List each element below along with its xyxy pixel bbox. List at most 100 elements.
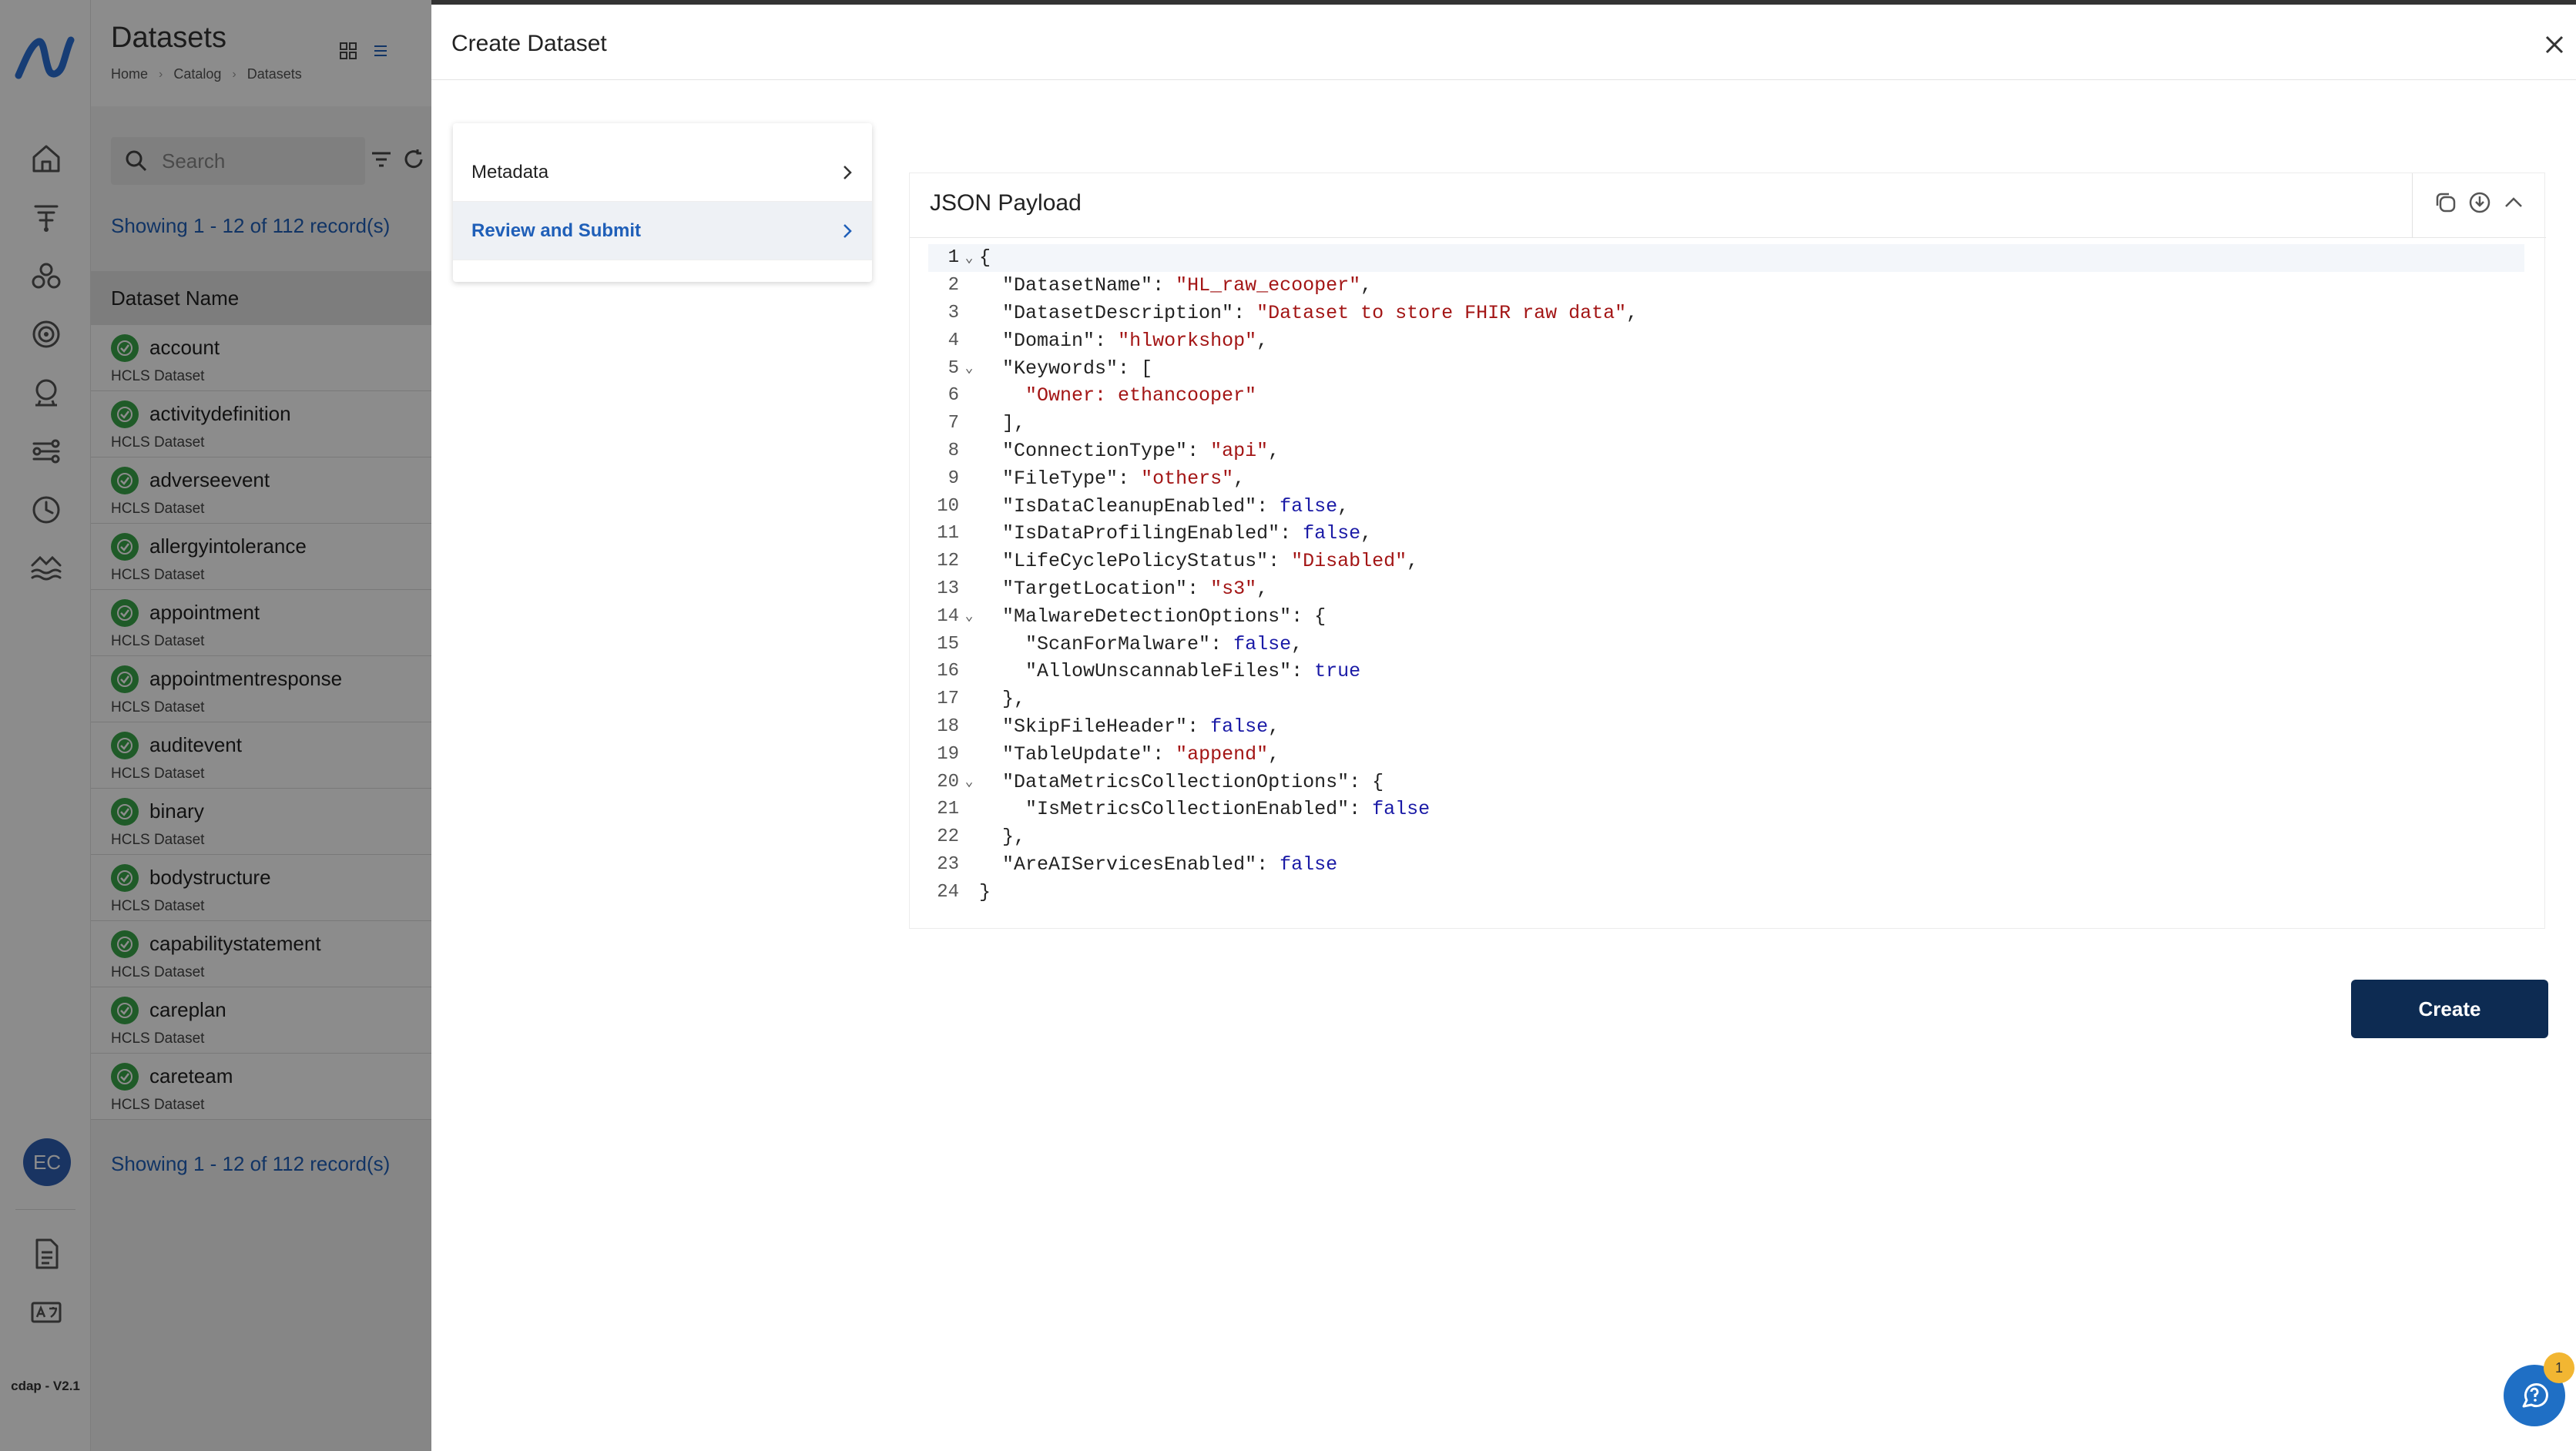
json-punctuation: : xyxy=(1291,660,1315,683)
json-punctuation: : xyxy=(1187,439,1211,462)
code-line[interactable]: 5 ⌄ "Keywords": [ xyxy=(928,354,2524,382)
json-boolean: true xyxy=(1314,660,1361,683)
code-text: "IsDataCleanupEnabled": false, xyxy=(979,495,1349,518)
code-line[interactable]: 2 "DatasetName": "HL_raw_ecooper", xyxy=(928,272,2524,300)
fold-chevron-icon[interactable]: ⌄ xyxy=(959,773,979,790)
code-text: } xyxy=(979,881,991,903)
json-punctuation: }, xyxy=(979,826,1026,849)
code-line[interactable]: 21 "IsMetricsCollectionEnabled": false xyxy=(928,796,2524,823)
step-review-and-submit[interactable]: Review and Submit xyxy=(453,202,872,260)
json-payload-card: JSON Payload 1 ⌄{2 "DatasetName": "HL_raw… xyxy=(909,173,2546,929)
code-line[interactable]: 14 ⌄ "MalwareDetectionOptions": { xyxy=(928,602,2524,630)
fold-chevron-icon[interactable]: ⌄ xyxy=(959,608,979,625)
code-line[interactable]: 17 }, xyxy=(928,685,2524,713)
json-punctuation xyxy=(979,274,1002,297)
json-punctuation: : { xyxy=(1291,605,1327,628)
line-number: 19 xyxy=(937,743,959,765)
code-text: "TableUpdate": "append", xyxy=(979,743,1280,766)
code-text: "FileType": "others", xyxy=(979,467,1245,490)
create-button[interactable]: Create xyxy=(2351,980,2548,1038)
notification-badge: 1 xyxy=(2544,1352,2574,1383)
code-line[interactable]: 22 }, xyxy=(928,823,2524,851)
code-line[interactable]: 4 "Domain": "hlworkshop", xyxy=(928,327,2524,354)
code-line[interactable]: 19 "TableUpdate": "append", xyxy=(928,740,2524,768)
json-punctuation xyxy=(979,853,1002,876)
json-key: "ConnectionType" xyxy=(1002,439,1188,462)
code-line[interactable]: 24} xyxy=(928,878,2524,906)
code-text: "MalwareDetectionOptions": { xyxy=(979,605,1326,628)
download-icon[interactable] xyxy=(2467,190,2492,215)
json-string: "api" xyxy=(1210,439,1269,462)
json-punctuation xyxy=(979,633,1025,655)
json-code-editor[interactable]: 1 ⌄{2 "DatasetName": "HL_raw_ecooper", 3 "… xyxy=(928,244,2524,906)
json-punctuation xyxy=(979,578,1002,600)
json-punctuation xyxy=(979,440,1002,462)
drawer-title: Create Dataset xyxy=(451,31,607,56)
json-punctuation: , xyxy=(1626,301,1639,324)
code-line[interactable]: 23 "AreAIServicesEnabled": false xyxy=(928,851,2524,879)
line-number: 18 xyxy=(937,715,959,737)
json-key: "AreAIServicesEnabled" xyxy=(1002,853,1257,876)
code-line[interactable]: 11 "IsDataProfilingEnabled": false, xyxy=(928,520,2524,548)
line-number: 1 xyxy=(948,247,959,269)
json-string: "Disabled" xyxy=(1291,550,1407,573)
json-punctuation xyxy=(979,357,1002,380)
code-line[interactable]: 18 "SkipFileHeader": false, xyxy=(928,713,2524,741)
json-key: "TargetLocation" xyxy=(1002,577,1188,600)
json-punctuation: } xyxy=(979,880,991,903)
chevron-right-icon xyxy=(844,223,852,238)
code-line[interactable]: 12 "LifeCyclePolicyStatus": "Disabled", xyxy=(928,548,2524,575)
code-text: "ScanForMalware": false, xyxy=(979,633,1303,655)
json-key: "DatasetDescription" xyxy=(1002,301,1234,324)
json-string: "others" xyxy=(1141,467,1234,490)
fold-chevron-icon[interactable]: ⌄ xyxy=(959,250,979,266)
json-key: "Keywords" xyxy=(1002,357,1119,380)
json-actions xyxy=(2433,190,2526,215)
json-key: "TableUpdate" xyxy=(1002,742,1153,766)
modal-backdrop[interactable] xyxy=(0,0,431,1451)
fold-chevron-icon[interactable]: ⌄ xyxy=(959,360,979,377)
json-key: "AllowUnscannableFiles" xyxy=(1025,660,1292,683)
collapse-icon[interactable] xyxy=(2501,190,2526,215)
json-key: "ScanForMalware" xyxy=(1025,632,1211,655)
step-navigator: Metadata Review and Submit xyxy=(453,123,872,282)
drawer-header: Create Dataset xyxy=(431,5,2576,80)
json-boolean: false xyxy=(1303,522,1361,545)
code-text: "DataMetricsCollectionOptions": { xyxy=(979,771,1384,793)
line-number: 22 xyxy=(937,826,959,848)
json-boolean: false xyxy=(1233,632,1292,655)
close-icon[interactable] xyxy=(2541,31,2568,59)
json-payload-title: JSON Payload xyxy=(930,190,1082,216)
json-string: "HL_raw_ecooper" xyxy=(1176,274,1361,297)
json-punctuation: : xyxy=(1256,494,1280,518)
json-punctuation xyxy=(979,798,1025,820)
json-punctuation: , xyxy=(1268,439,1280,462)
code-line[interactable]: 20 ⌄ "DataMetricsCollectionOptions": { xyxy=(928,768,2524,796)
json-key: "SkipFileHeader" xyxy=(1002,715,1188,738)
copy-icon[interactable] xyxy=(2433,190,2458,215)
line-number: 20 xyxy=(937,771,959,793)
code-line[interactable]: 1 ⌄{ xyxy=(928,244,2524,272)
json-boolean: false xyxy=(1210,715,1269,738)
code-line[interactable]: 15 "ScanForMalware": false, xyxy=(928,630,2524,658)
code-line[interactable]: 8 "ConnectionType": "api", xyxy=(928,437,2524,465)
json-punctuation xyxy=(979,384,1025,407)
code-line[interactable]: 16 "AllowUnscannableFiles": true xyxy=(928,658,2524,685)
json-punctuation xyxy=(979,771,1002,793)
code-line[interactable]: 9 "FileType": "others", xyxy=(928,464,2524,492)
json-punctuation: , xyxy=(1233,467,1246,490)
code-line[interactable]: 7 ], xyxy=(928,410,2524,437)
code-line[interactable]: 6 "Owner: ethancooper" xyxy=(928,382,2524,410)
json-boolean: false xyxy=(1280,494,1338,518)
json-punctuation xyxy=(979,550,1002,572)
code-text: }, xyxy=(979,826,1025,848)
json-punctuation: : { xyxy=(1349,770,1384,793)
code-line[interactable]: 13 "TargetLocation": "s3", xyxy=(928,575,2524,603)
json-punctuation xyxy=(979,743,1002,766)
code-text: "ConnectionType": "api", xyxy=(979,440,1280,462)
line-number: 21 xyxy=(937,799,959,820)
json-string: "Owner: ethancooper" xyxy=(1025,384,1257,407)
code-line[interactable]: 3 "DatasetDescription": "Dataset to stor… xyxy=(928,300,2524,327)
code-line[interactable]: 10 "IsDataCleanupEnabled": false, xyxy=(928,492,2524,520)
step-metadata[interactable]: Metadata xyxy=(453,143,872,202)
